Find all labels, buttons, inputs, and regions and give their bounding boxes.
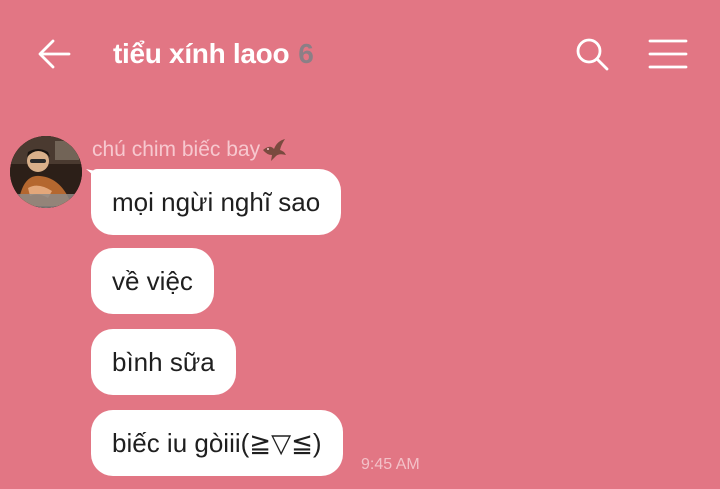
search-button[interactable] — [572, 34, 612, 74]
arrow-left-icon — [38, 39, 71, 69]
chat-title: tiểu xính laoo — [113, 38, 290, 69]
menu-button[interactable] — [646, 34, 690, 74]
message-bubble[interactable]: biếc iu gòiii(≧▽≦) — [91, 410, 343, 476]
message-bubble[interactable]: mọi ngừi nghĩ sao — [91, 169, 342, 235]
avatar-photo — [10, 136, 82, 208]
back-button[interactable] — [34, 34, 74, 74]
sender-name-row: chú chim biếc bay — [92, 137, 287, 163]
search-icon — [576, 38, 609, 71]
bird-icon — [263, 139, 287, 161]
sender-avatar[interactable] — [10, 136, 82, 208]
message-bubble[interactable]: về việc — [91, 248, 214, 314]
message-timestamp: 9:45 AM — [361, 456, 420, 473]
hamburger-menu-icon — [648, 39, 688, 69]
member-count: 6 — [298, 38, 314, 69]
message-bubble[interactable]: bình sữa — [91, 329, 236, 395]
chat-title-area[interactable]: tiểu xính laoo 6 — [113, 34, 314, 74]
chat-header: tiểu xính laoo 6 — [0, 0, 720, 108]
sender-name: chú chim biếc bay — [92, 138, 261, 161]
